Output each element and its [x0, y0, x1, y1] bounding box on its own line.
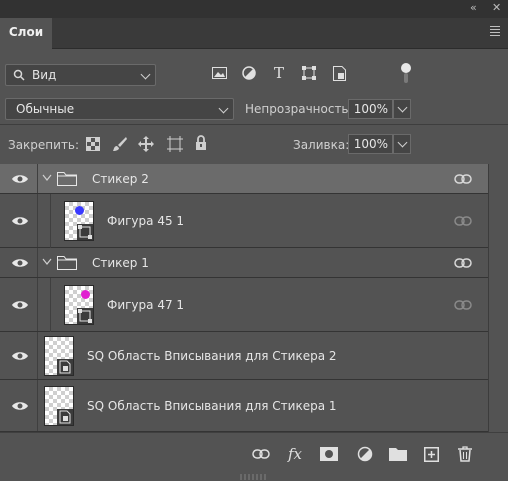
layers-list: Стикер 2 Фигура 45 1 Стикер 1 Фигура 47 …: [0, 164, 488, 432]
opacity-dropdown-button[interactable]: [393, 99, 411, 119]
eye-icon[interactable]: [11, 299, 29, 311]
tab-layers[interactable]: Слои: [0, 18, 52, 49]
lock-label: Закрепить:: [8, 138, 80, 152]
chevron-down-icon[interactable]: [42, 174, 52, 182]
smart-object-badge-icon: [57, 409, 73, 425]
adjustment-filter-icon[interactable]: [241, 65, 257, 81]
eye-icon[interactable]: [11, 173, 29, 185]
layers-bottom-toolbar: fx: [0, 432, 508, 475]
shape-filter-icon[interactable]: [301, 65, 317, 81]
smart-object-filter-icon[interactable]: [331, 65, 347, 81]
layer-thumbnail: [64, 201, 94, 241]
panel-tab-bar: Слои: [0, 18, 508, 49]
link-layers-icon[interactable]: [252, 445, 270, 463]
layer-row-shape[interactable]: Фигура 47 1: [0, 278, 488, 332]
close-icon[interactable]: ✕: [492, 1, 501, 14]
search-icon: [13, 69, 25, 81]
fill-input[interactable]: 100%: [348, 134, 393, 154]
layer-name[interactable]: SQ Область Вписывания для Стикера 1: [87, 399, 337, 413]
double-chevron-left-icon[interactable]: «: [470, 1, 477, 14]
fill-dropdown-button[interactable]: [393, 134, 411, 154]
eye-icon[interactable]: [11, 400, 29, 412]
filter-row: Вид T: [0, 57, 508, 91]
chevron-down-icon: [397, 137, 408, 148]
resize-grip[interactable]: [240, 474, 268, 480]
chevron-down-icon: [397, 102, 408, 113]
folder-icon: [57, 256, 77, 270]
sticker-shape-icon: [81, 290, 90, 299]
new-layer-icon[interactable]: [422, 445, 440, 463]
filter-toggle-switch[interactable]: [401, 63, 411, 85]
layer-name[interactable]: Стикер 2: [92, 172, 149, 186]
folder-icon: [57, 172, 77, 186]
delete-layer-icon[interactable]: [456, 445, 474, 463]
layer-row-smart-object[interactable]: SQ Область Вписывания для Стикера 1: [0, 380, 488, 432]
window-title-strip: « ✕: [0, 0, 508, 18]
layer-row-group[interactable]: Стикер 1: [0, 248, 488, 278]
sticker-shape-icon: [75, 206, 84, 215]
opacity-input[interactable]: 100%: [348, 99, 393, 119]
layer-thumbnail: [44, 336, 74, 376]
lock-row: Закрепить: Заливка: 100%: [0, 130, 508, 160]
lock-transparent-pixels-icon[interactable]: [86, 137, 100, 154]
lock-artboard-icon[interactable]: [167, 136, 183, 155]
image-filter-icon[interactable]: [211, 65, 227, 81]
layer-mask-icon[interactable]: [320, 445, 338, 463]
chevron-down-icon[interactable]: [42, 258, 52, 266]
eye-icon[interactable]: [11, 350, 29, 362]
lock-image-pixels-icon[interactable]: [112, 136, 128, 155]
layer-row-group[interactable]: Стикер 2: [0, 164, 488, 194]
layer-thumbnail: [64, 285, 94, 325]
layer-row-shape[interactable]: Фигура 45 1: [0, 194, 488, 248]
layers-scrollbar[interactable]: [488, 164, 508, 432]
link-icon: [454, 300, 472, 310]
smart-object-badge-icon: [57, 359, 73, 375]
opacity-label: Непрозрачность:: [245, 102, 353, 116]
link-icon: [454, 258, 472, 268]
filter-kind-select[interactable]: Вид: [5, 64, 156, 86]
lock-position-icon[interactable]: [138, 136, 154, 155]
eye-icon[interactable]: [11, 257, 29, 269]
blend-mode-select[interactable]: Обычные: [5, 98, 234, 120]
shape-badge-icon: [77, 224, 93, 240]
blend-mode-value: Обычные: [16, 102, 75, 116]
blend-row: Обычные Непрозрачность: 100%: [0, 96, 508, 125]
type-filter-icon[interactable]: T: [271, 64, 287, 82]
new-group-icon[interactable]: [389, 445, 407, 463]
chevron-down-icon: [140, 69, 151, 80]
layer-name[interactable]: Фигура 45 1: [107, 214, 184, 228]
filter-kind-label: Вид: [32, 68, 57, 82]
layer-row-smart-object[interactable]: SQ Область Вписывания для Стикера 2: [0, 332, 488, 380]
link-icon: [454, 216, 472, 226]
link-icon: [454, 174, 472, 184]
eye-icon[interactable]: [11, 215, 29, 227]
chevron-down-icon: [218, 103, 229, 114]
fx-icon[interactable]: fx: [286, 445, 304, 463]
layer-name[interactable]: SQ Область Вписывания для Стикера 2: [87, 349, 337, 363]
shape-badge-icon: [77, 308, 93, 324]
adjustment-layer-icon[interactable]: [356, 445, 374, 463]
layer-thumbnail: [44, 386, 74, 426]
lock-all-icon[interactable]: [195, 135, 207, 154]
layer-name[interactable]: Фигура 47 1: [107, 298, 184, 312]
layer-name[interactable]: Стикер 1: [92, 256, 149, 270]
panel-menu-icon[interactable]: [490, 24, 500, 38]
fill-label: Заливка:: [293, 138, 350, 152]
